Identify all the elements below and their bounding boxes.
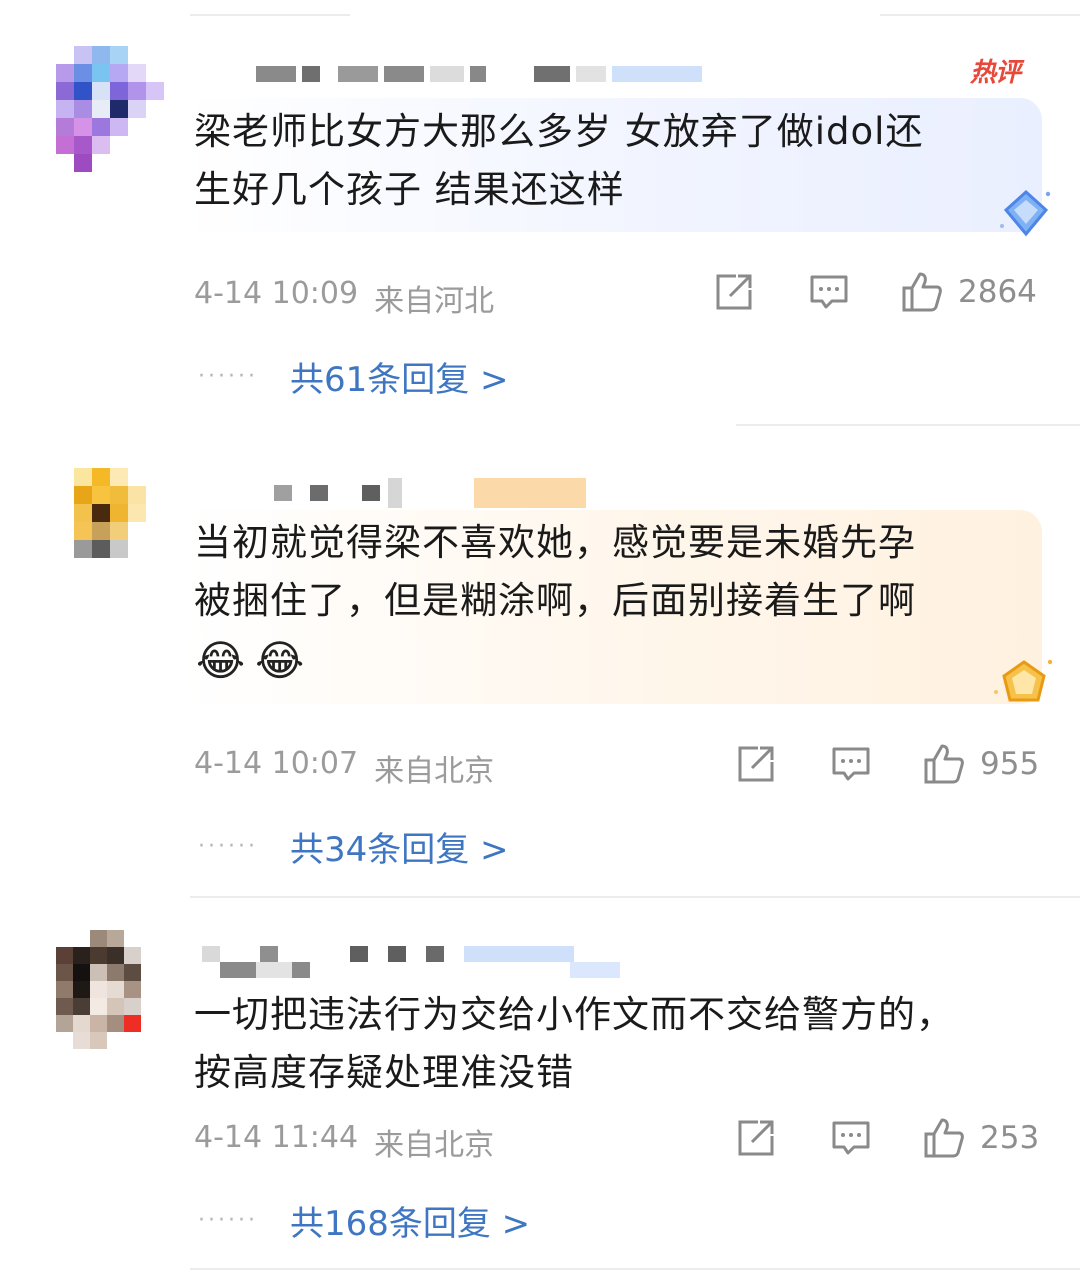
- comment-location: 来自北京: [374, 1128, 495, 1163]
- avatar[interactable]: [56, 930, 158, 1054]
- comment-meta: 4-14 11:44 来自北京: [194, 1120, 494, 1164]
- comment-3: 一切把违法行为交给小作文而不交给警方的， 按高度存疑处理准没错 4-14 11:…: [0, 0, 1080, 1274]
- comment-date: 4-14 11:44: [194, 1120, 359, 1155]
- view-replies-link[interactable]: 共168条回复 >: [290, 1196, 530, 1245]
- username-blurred[interactable]: [202, 946, 580, 962]
- bottom-divider: [190, 1268, 1080, 1270]
- share-icon[interactable]: [736, 1118, 776, 1158]
- ellipsis-dots: ······: [198, 1208, 258, 1233]
- comment-text: 一切把违法行为交给小作文而不交给警方的， 按高度存疑处理准没错: [194, 993, 954, 1094]
- comment-icon[interactable]: [830, 1117, 872, 1159]
- comment-actions: 253: [736, 1116, 1039, 1160]
- replies-row: ······ 共168条回复 >: [198, 1196, 530, 1245]
- like-count: 253: [980, 1120, 1040, 1156]
- thumbs-up-icon[interactable]: [922, 1116, 966, 1160]
- username-blurred-second-row: [220, 962, 626, 978]
